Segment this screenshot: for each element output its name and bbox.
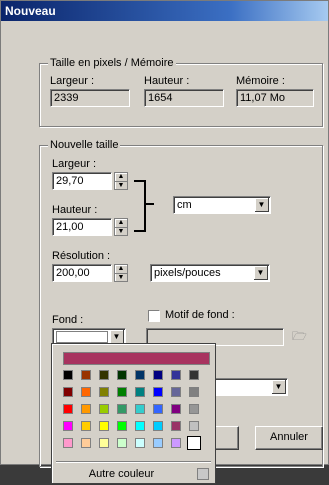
color-swatch[interactable] xyxy=(153,370,163,380)
color-swatch[interactable] xyxy=(99,387,109,397)
color-swatch[interactable] xyxy=(171,421,181,431)
spin-up-icon[interactable]: ▲ xyxy=(115,219,127,228)
resolution-input[interactable]: 200,00 xyxy=(52,264,112,282)
color-swatch[interactable] xyxy=(63,404,73,414)
link-bracket-tick xyxy=(144,203,154,205)
popup-separator xyxy=(56,461,211,463)
color-swatch[interactable] xyxy=(117,387,127,397)
color-swatch[interactable] xyxy=(171,438,181,448)
new-height-label: Hauteur : xyxy=(52,204,98,216)
color-swatch[interactable] xyxy=(135,438,145,448)
color-swatch[interactable] xyxy=(171,387,181,397)
color-swatch[interactable] xyxy=(81,387,91,397)
color-swatch[interactable] xyxy=(153,438,163,448)
color-swatch[interactable] xyxy=(135,404,145,414)
color-swatch[interactable] xyxy=(81,438,91,448)
pixel-size-group: Taille en pixels / Mémoire Largeur : 233… xyxy=(39,56,323,127)
resolution-label: Résolution : xyxy=(52,250,111,262)
resolution-spinner[interactable]: ▲ ▼ xyxy=(114,264,128,282)
color-swatch[interactable] xyxy=(135,370,145,380)
color-swatch[interactable] xyxy=(117,421,127,431)
chevron-down-icon[interactable]: ▼ xyxy=(272,380,286,394)
current-color-swatch[interactable] xyxy=(63,352,210,365)
background-color-swatch xyxy=(56,331,108,344)
spin-down-icon[interactable]: ▼ xyxy=(115,182,127,190)
other-color-label[interactable]: Autre couleur xyxy=(52,468,191,481)
color-swatch[interactable] xyxy=(153,387,163,397)
chevron-down-icon[interactable]: ▼ xyxy=(255,198,269,212)
color-swatch[interactable] xyxy=(189,421,199,431)
new-size-group-title: Nouvelle taille xyxy=(48,138,121,152)
color-swatch[interactable] xyxy=(63,387,73,397)
color-swatch[interactable] xyxy=(99,438,109,448)
background-label: Fond : xyxy=(52,314,84,326)
color-swatch[interactable] xyxy=(135,421,145,431)
color-swatch[interactable] xyxy=(189,387,199,397)
unit-select-value: cm xyxy=(177,199,192,211)
color-swatch[interactable] xyxy=(135,387,145,397)
color-swatch[interactable] xyxy=(63,421,73,431)
folder-open-icon[interactable]: 🗁 xyxy=(292,330,307,343)
pixel-height-label: Hauteur : xyxy=(144,75,190,87)
color-picker-popup: Autre couleur xyxy=(51,343,216,484)
height-spinner[interactable]: ▲ ▼ xyxy=(114,218,128,236)
width-spinner[interactable]: ▲ ▼ xyxy=(114,172,128,190)
spin-up-icon[interactable]: ▲ xyxy=(115,265,127,274)
new-height-input[interactable]: 21,00 xyxy=(52,218,112,236)
pixel-width-value: 2339 xyxy=(50,89,130,107)
color-swatch[interactable] xyxy=(99,404,109,414)
pattern-checkbox[interactable] xyxy=(148,310,160,322)
color-swatch[interactable] xyxy=(63,370,73,380)
color-swatch[interactable] xyxy=(99,370,109,380)
other-color-swatch[interactable] xyxy=(197,468,209,480)
pattern-label: Motif de fond : xyxy=(165,309,235,321)
new-width-label: Largeur : xyxy=(52,158,97,170)
spin-up-icon[interactable]: ▲ xyxy=(115,173,127,182)
link-bracket xyxy=(134,180,146,232)
pixel-size-group-title: Taille en pixels / Mémoire xyxy=(48,56,176,70)
unit-select[interactable]: cm ▼ xyxy=(173,196,271,214)
new-width-input[interactable]: 29,70 xyxy=(52,172,112,190)
resolution-unit-select[interactable]: pixels/pouces ▼ xyxy=(150,264,270,282)
color-swatch[interactable] xyxy=(153,421,163,431)
color-swatch[interactable] xyxy=(187,436,201,450)
color-swatch[interactable] xyxy=(153,404,163,414)
memory-value: 11,07 Mo xyxy=(236,89,314,107)
color-swatch[interactable] xyxy=(117,404,127,414)
spin-down-icon[interactable]: ▼ xyxy=(115,228,127,236)
pixel-height-value: 1654 xyxy=(144,89,224,107)
color-swatch[interactable] xyxy=(63,438,73,448)
color-swatch[interactable] xyxy=(99,421,109,431)
dialog-title: Nouveau xyxy=(1,1,328,21)
memory-label: Mémoire : xyxy=(236,75,285,87)
cancel-button[interactable]: Annuler xyxy=(255,426,323,450)
color-swatch[interactable] xyxy=(117,438,127,448)
chevron-down-icon[interactable]: ▼ xyxy=(110,330,124,344)
color-swatch[interactable] xyxy=(117,370,127,380)
color-swatch[interactable] xyxy=(189,404,199,414)
resolution-unit-value: pixels/pouces xyxy=(154,267,221,279)
color-swatch[interactable] xyxy=(171,370,181,380)
color-swatch[interactable] xyxy=(81,404,91,414)
spin-down-icon[interactable]: ▼ xyxy=(115,274,127,282)
pixel-width-label: Largeur : xyxy=(50,75,95,87)
chevron-down-icon[interactable]: ▼ xyxy=(254,266,268,280)
color-swatch[interactable] xyxy=(81,370,91,380)
color-swatch[interactable] xyxy=(81,421,91,431)
color-swatch[interactable] xyxy=(171,404,181,414)
color-swatch[interactable] xyxy=(189,370,199,380)
